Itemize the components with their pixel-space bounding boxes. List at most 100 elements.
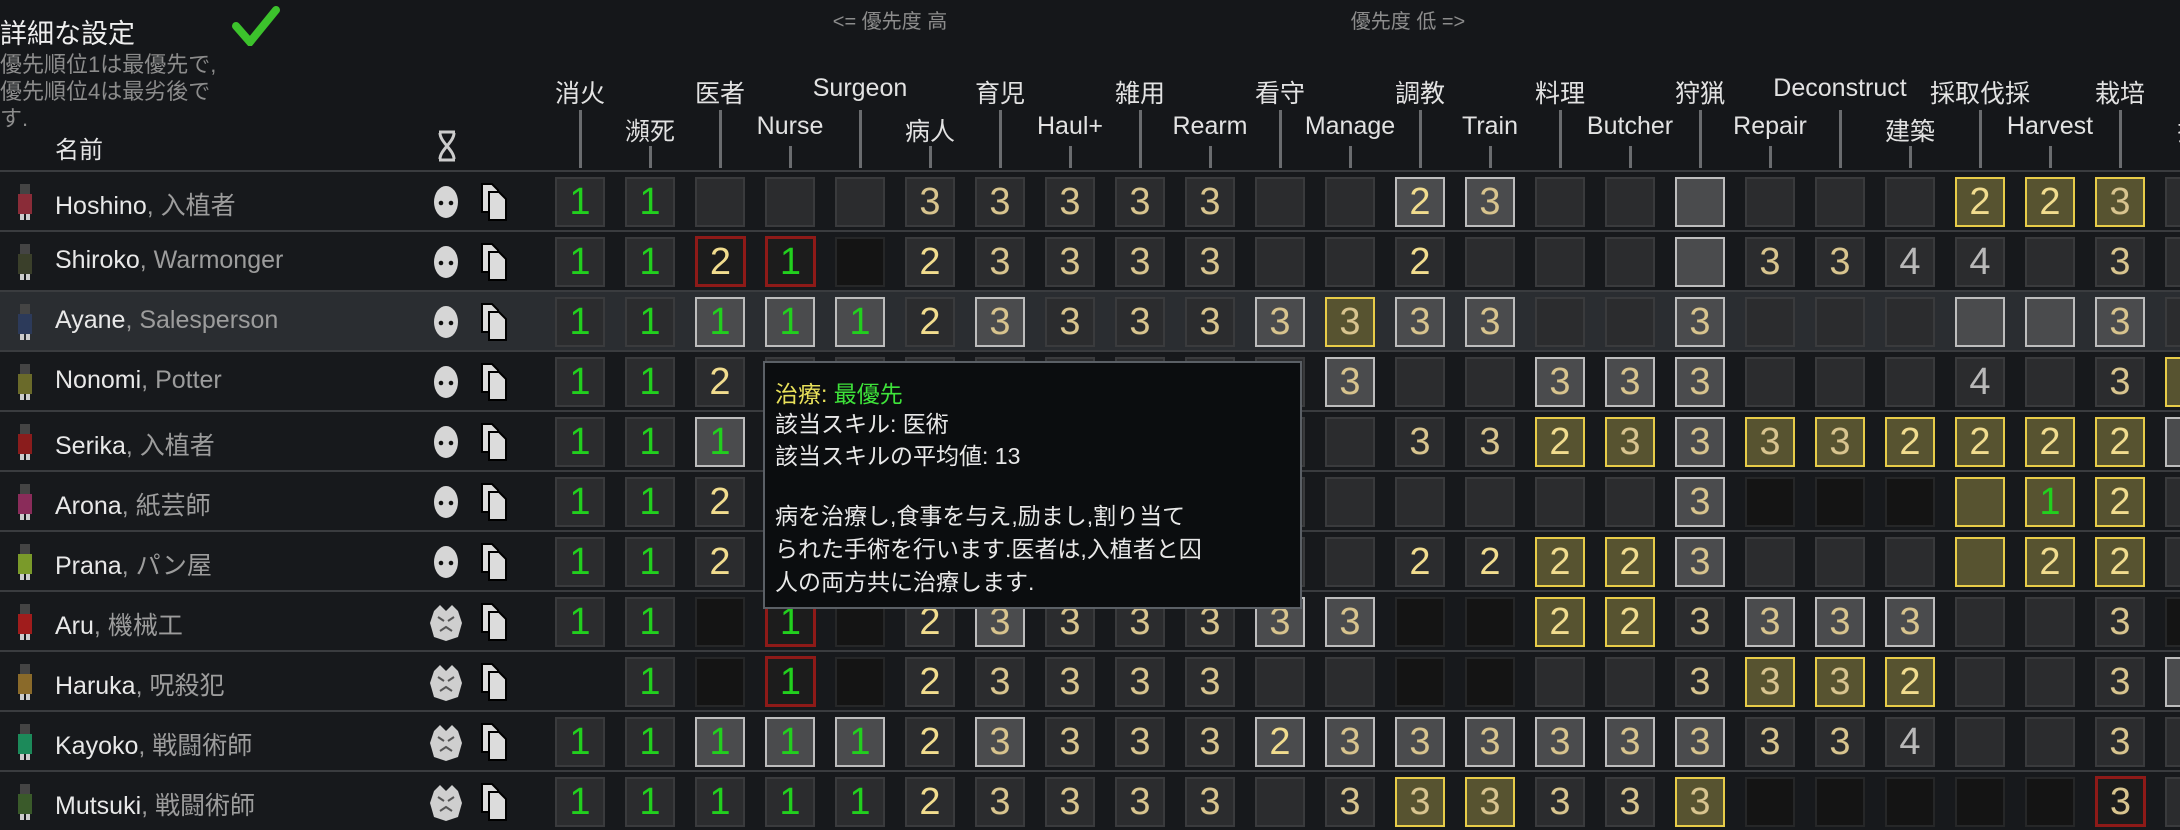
priority-cell-医者[interactable]: 2 <box>695 537 745 587</box>
pawn-avatar[interactable] <box>14 722 36 762</box>
priority-cell-Train[interactable] <box>1465 597 1515 647</box>
mask-face-icon[interactable] <box>432 425 460 459</box>
priority-cell-栽培[interactable]: 3 <box>2095 357 2145 407</box>
work-type-header[interactable]: 看守 <box>1255 74 1305 110</box>
checkmark-icon[interactable] <box>232 6 280 46</box>
priority-cell-栽培[interactable]: 2 <box>2095 537 2145 587</box>
priority-cell-Deconstruct[interactable]: 3 <box>1815 237 1865 287</box>
mechanoid-head-icon[interactable] <box>428 783 462 821</box>
priority-cell-育児[interactable]: 3 <box>975 657 1025 707</box>
priority-cell-Train[interactable]: 3 <box>1465 177 1515 227</box>
priority-cell-Butcher[interactable] <box>1605 477 1655 527</box>
work-type-header[interactable]: 料理 <box>1535 74 1585 110</box>
priority-cell-医者[interactable] <box>695 657 745 707</box>
priority-cell-Repair[interactable] <box>1745 477 1795 527</box>
priority-cell-医者[interactable]: 1 <box>695 777 745 827</box>
mechanoid-head-icon[interactable] <box>428 663 462 701</box>
priority-cell-建築[interactable] <box>1885 177 1935 227</box>
priority-cell-Repair[interactable]: 3 <box>1745 717 1795 767</box>
priority-cell-狩猟[interactable]: 3 <box>1675 537 1725 587</box>
priority-cell-建築[interactable]: 2 <box>1885 417 1935 467</box>
copy-document-icon[interactable] <box>480 242 508 282</box>
priority-cell-医者[interactable]: 1 <box>695 717 745 767</box>
priority-cell-採取伐採[interactable] <box>1955 657 2005 707</box>
work-type-header[interactable]: Train <box>1462 112 1518 141</box>
priority-cell-Harvest[interactable]: 1 <box>2025 477 2075 527</box>
priority-cell-Manage[interactable] <box>1325 477 1375 527</box>
mask-face-icon[interactable] <box>432 245 460 279</box>
priority-cell-Manage[interactable] <box>1325 537 1375 587</box>
priority-cell-料理[interactable] <box>1535 657 1585 707</box>
copy-document-icon[interactable] <box>480 542 508 582</box>
priority-cell-Harvest[interactable]: 2 <box>2025 417 2075 467</box>
priority-cell-狩猟[interactable] <box>1675 237 1725 287</box>
priority-cell-料理[interactable] <box>1535 477 1585 527</box>
priority-cell-Haul+[interactable]: 3 <box>1045 717 1095 767</box>
priority-cell-看守[interactable]: 3 <box>1255 297 1305 347</box>
priority-cell-Manage[interactable]: 3 <box>1325 777 1375 827</box>
copy-document-icon[interactable] <box>480 422 508 462</box>
pawn-name[interactable]: Ayane, Salesperson <box>55 306 278 335</box>
priority-cell-狩猟[interactable]: 3 <box>1675 297 1725 347</box>
priority-cell-採取伐採[interactable]: 2 <box>1955 177 2005 227</box>
priority-cell-Repair[interactable] <box>1745 537 1795 587</box>
priority-cell-消火[interactable]: 1 <box>555 357 605 407</box>
priority-cell-消火[interactable]: 1 <box>555 177 605 227</box>
priority-cell-料理[interactable]: 3 <box>1535 777 1585 827</box>
work-type-header[interactable]: 消火 <box>555 74 605 110</box>
mask-face-icon[interactable] <box>432 485 460 519</box>
priority-cell-調教[interactable]: 3 <box>1395 297 1445 347</box>
work-type-header[interactable]: 瀕死 <box>625 112 675 148</box>
mask-face-icon[interactable] <box>432 185 460 219</box>
priority-cell-Repair[interactable]: 3 <box>1745 237 1795 287</box>
priority-cell-Harvest[interactable] <box>2025 237 2075 287</box>
priority-cell-Harvest[interactable] <box>2025 717 2075 767</box>
priority-cell-採[interactable] <box>2165 597 2180 647</box>
priority-cell-消火[interactable]: 1 <box>555 237 605 287</box>
priority-cell-瀕死[interactable]: 1 <box>625 537 675 587</box>
priority-cell-Repair[interactable]: 3 <box>1745 417 1795 467</box>
priority-cell-Manage[interactable] <box>1325 237 1375 287</box>
priority-cell-瀕死[interactable]: 1 <box>625 177 675 227</box>
priority-cell-栽培[interactable]: 3 <box>2095 177 2145 227</box>
priority-cell-Harvest[interactable] <box>2025 777 2075 827</box>
priority-cell-看守[interactable] <box>1255 657 1305 707</box>
priority-cell-Deconstruct[interactable] <box>1815 777 1865 827</box>
work-type-header[interactable]: Rearm <box>1172 112 1247 141</box>
priority-cell-育児[interactable]: 3 <box>975 237 1025 287</box>
priority-cell-Deconstruct[interactable]: 3 <box>1815 597 1865 647</box>
priority-cell-瀕死[interactable]: 1 <box>625 477 675 527</box>
priority-cell-Deconstruct[interactable]: 3 <box>1815 417 1865 467</box>
pawn-name[interactable]: Arona, 紙芸師 <box>55 486 211 522</box>
priority-cell-栽培[interactable]: 3 <box>2095 657 2145 707</box>
work-type-header[interactable]: 調教 <box>1395 74 1445 110</box>
priority-cell-栽培[interactable]: 3 <box>2095 237 2145 287</box>
pawn-name[interactable]: Shiroko, Warmonger <box>55 246 283 275</box>
priority-cell-Deconstruct[interactable] <box>1815 357 1865 407</box>
priority-cell-Deconstruct[interactable]: 3 <box>1815 657 1865 707</box>
priority-cell-医者[interactable] <box>695 597 745 647</box>
priority-cell-Nurse[interactable] <box>765 177 815 227</box>
pawn-name[interactable]: Nonomi, Potter <box>55 366 222 395</box>
priority-cell-瀕死[interactable]: 1 <box>625 417 675 467</box>
priority-cell-採取伐採[interactable]: 4 <box>1955 357 2005 407</box>
priority-cell-Repair[interactable]: 3 <box>1745 657 1795 707</box>
copy-document-icon[interactable] <box>480 482 508 522</box>
priority-cell-建築[interactable] <box>1885 477 1935 527</box>
pawn-avatar[interactable] <box>14 662 36 702</box>
pawn-name[interactable]: Aru, 機械工 <box>55 606 183 642</box>
priority-cell-雑用[interactable]: 3 <box>1115 237 1165 287</box>
work-type-header[interactable]: Harvest <box>2007 112 2093 141</box>
priority-cell-栽培[interactable]: 3 <box>2095 297 2145 347</box>
priority-cell-Nurse[interactable]: 1 <box>765 297 815 347</box>
pawn-avatar[interactable] <box>14 422 36 462</box>
pawn-name[interactable]: Serika, 入植者 <box>55 426 215 462</box>
priority-cell-Harvest[interactable] <box>2025 657 2075 707</box>
priority-cell-栽培[interactable]: 3 <box>2095 776 2146 827</box>
priority-cell-料理[interactable]: 2 <box>1535 417 1585 467</box>
priority-cell-Train[interactable]: 3 <box>1465 297 1515 347</box>
priority-cell-瀕死[interactable]: 1 <box>625 237 675 287</box>
priority-cell-狩猟[interactable]: 3 <box>1675 477 1725 527</box>
pawn-avatar[interactable] <box>14 482 36 522</box>
work-type-header[interactable]: 病人 <box>905 112 955 148</box>
